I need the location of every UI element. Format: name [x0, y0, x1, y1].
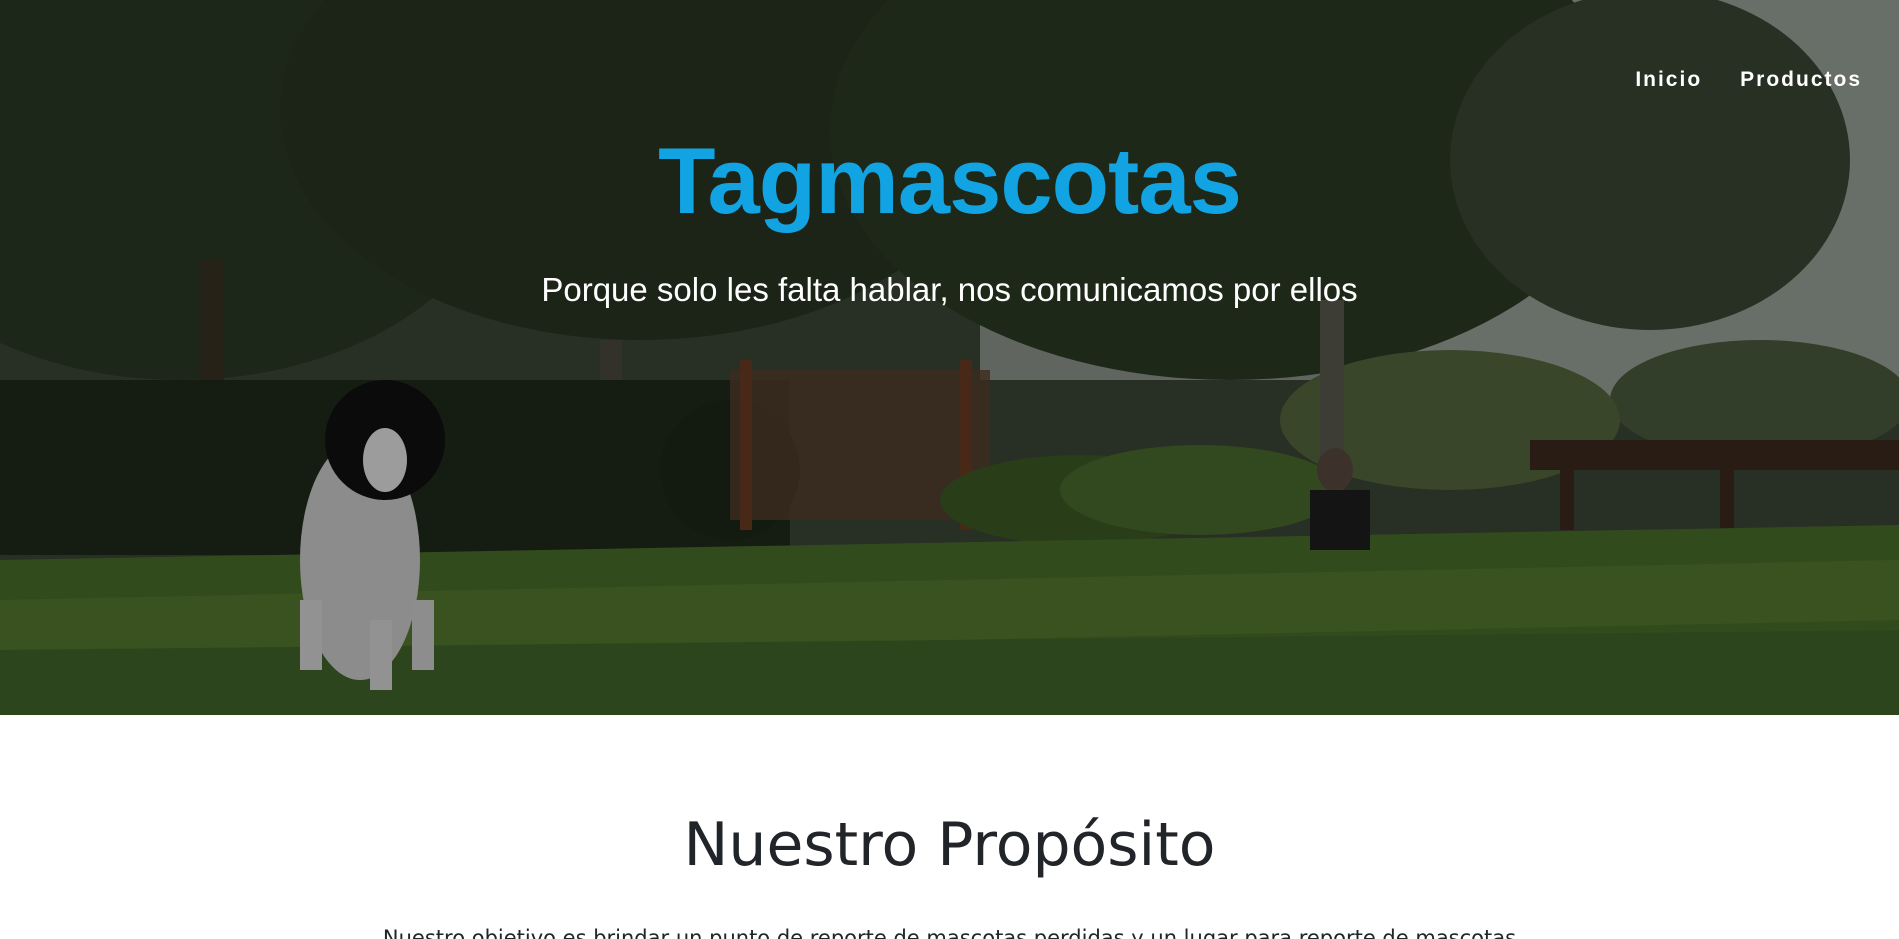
purpose-section: Nuestro Propósito Nuestro objetivo es br… — [0, 715, 1899, 939]
purpose-text: Nuestro objetivo es brindar un punto de … — [382, 926, 1517, 939]
hero-overlay — [0, 0, 1899, 715]
nav-item-inicio[interactable]: Inicio — [1635, 68, 1702, 92]
nav-item-productos[interactable]: Productos — [1740, 68, 1862, 92]
hero-tagline: Porque solo les falta hablar, nos comuni… — [541, 271, 1358, 308]
purpose-title: Nuestro Propósito — [683, 810, 1216, 880]
top-nav: Inicio Productos — [1635, 68, 1862, 92]
hero-section: Inicio Productos Tagmascotas Porque solo… — [0, 0, 1899, 715]
hero-title: Tagmascotas — [658, 128, 1242, 233]
page: Inicio Productos Tagmascotas Porque solo… — [0, 0, 1899, 939]
